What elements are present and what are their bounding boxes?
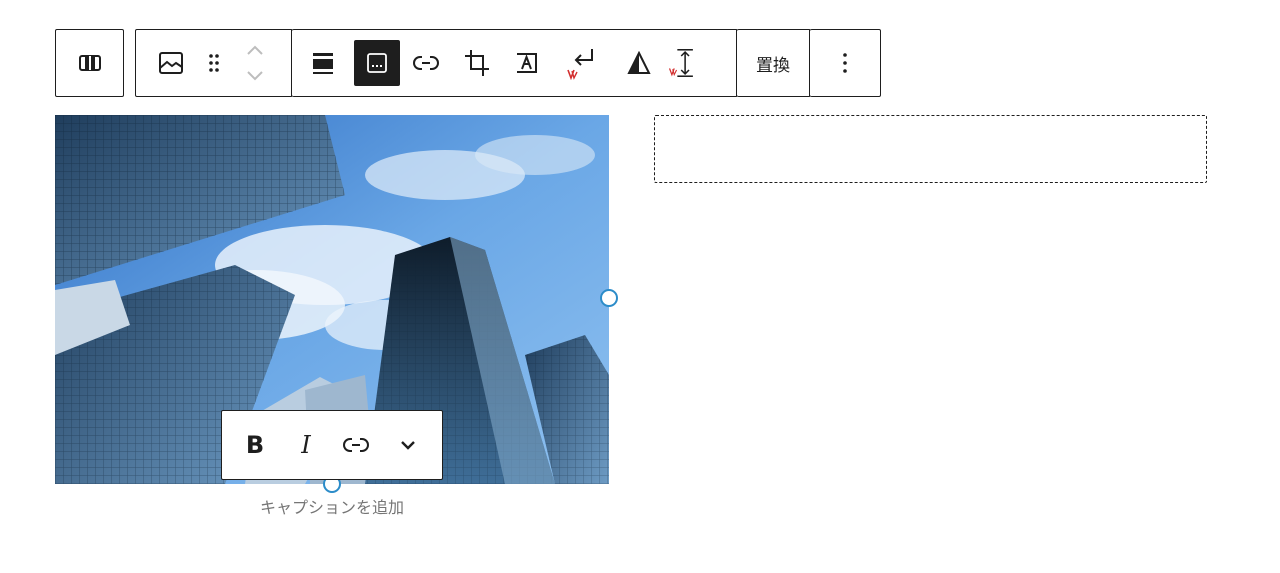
duotone-button[interactable] (610, 30, 668, 96)
wrap-icon (567, 49, 593, 80)
resize-handle-right[interactable] (600, 289, 618, 307)
replace-group: 置換 (735, 29, 811, 97)
more-options-icon (842, 53, 847, 73)
caption-icon (367, 53, 387, 73)
wrap-button[interactable] (552, 30, 610, 96)
align-icon (313, 53, 333, 74)
replace-button[interactable]: 置換 (737, 30, 809, 96)
link-button[interactable] (400, 30, 452, 96)
italic-button[interactable]: I (288, 411, 324, 479)
text-over-image-button[interactable] (502, 30, 552, 96)
drag-handle[interactable] (206, 30, 222, 96)
link-button-text[interactable] (324, 411, 388, 479)
italic-label: I (301, 431, 311, 459)
bold-button[interactable]: B (222, 411, 288, 479)
text-over-image-icon (517, 53, 537, 73)
block-type-group (55, 29, 124, 97)
drag-handle-icon (209, 54, 219, 72)
columns-button[interactable] (56, 30, 123, 96)
link-icon (343, 438, 369, 452)
image-icon (159, 52, 183, 74)
text-format-toolbar: B I (221, 410, 443, 480)
align-button[interactable] (292, 30, 354, 96)
caption-placeholder[interactable]: キャプションを追加 (55, 494, 609, 518)
empty-block-placeholder[interactable] (654, 115, 1207, 183)
more-options-button[interactable] (810, 30, 879, 96)
crop-icon (465, 50, 489, 76)
move-up-down-icon (247, 45, 263, 81)
crop-button[interactable] (452, 30, 502, 96)
image-block-button[interactable] (136, 30, 206, 96)
columns-icon (78, 55, 101, 71)
height-icon (668, 49, 693, 77)
triangle-icon (627, 51, 651, 74)
block-controls-group (135, 29, 293, 97)
chevron-down-icon (401, 441, 415, 450)
image-tools-group (290, 29, 738, 97)
more-group (808, 29, 881, 97)
more-format-button[interactable] (388, 411, 428, 479)
bold-label: B (245, 431, 265, 459)
link-icon (413, 56, 439, 70)
move-up-down-button[interactable] (222, 30, 288, 96)
caption-button[interactable] (354, 40, 400, 86)
height-button[interactable] (668, 30, 696, 96)
